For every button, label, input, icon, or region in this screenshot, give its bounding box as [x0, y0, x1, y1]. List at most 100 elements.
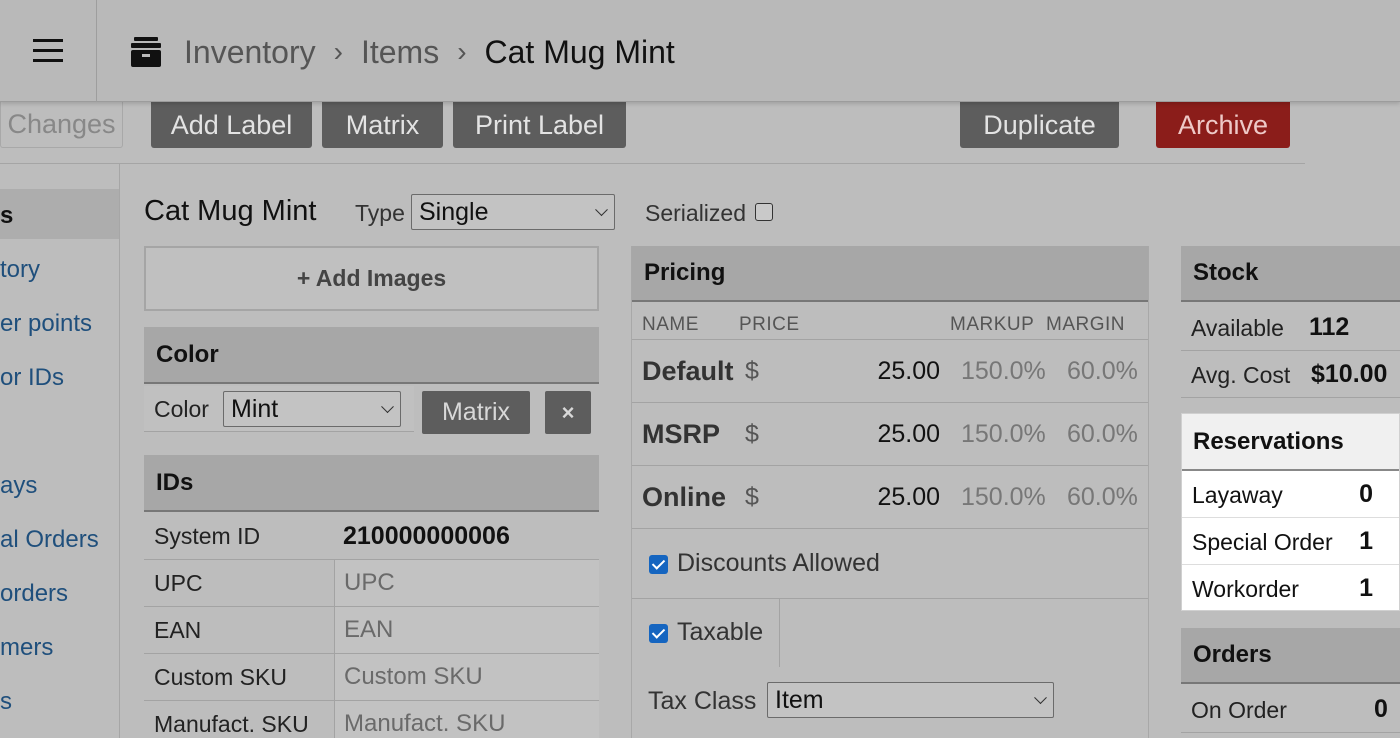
- price-row-default: Default $ 25.00 150.0% 60.0%: [632, 339, 1148, 402]
- layaway-label: Layaway: [1192, 482, 1283, 508]
- reservation-row-layaway[interactable]: Layaway 0: [1182, 471, 1399, 518]
- orders-panel-header: Orders: [1181, 628, 1400, 684]
- sidebar-item-layaways[interactable]: ays: [0, 472, 37, 500]
- on-order-label: On Order: [1191, 697, 1287, 723]
- stock-avg-cost-row: Avg. Cost $10.00: [1181, 351, 1400, 398]
- ids-row-manufact-sku: Manufact. SKU Manufact. SKU: [144, 701, 599, 738]
- margin-value: 60.0%: [1067, 420, 1138, 448]
- manufact-sku-input[interactable]: Manufact. SKU: [334, 701, 599, 738]
- color-matrix-button[interactable]: Matrix: [422, 391, 530, 434]
- pricing-panel-header: Pricing: [632, 246, 1148, 302]
- workorder-value: 1: [1359, 574, 1373, 602]
- breadcrumb-items[interactable]: Items: [361, 34, 439, 71]
- serialized-checkbox[interactable]: [755, 203, 773, 221]
- ean-input[interactable]: EAN: [334, 607, 599, 653]
- layaway-value: 0: [1359, 480, 1373, 508]
- reservation-row-workorder[interactable]: Workorder 1: [1182, 565, 1399, 612]
- sidebar-item-details[interactable]: s: [0, 202, 13, 230]
- manufact-sku-label: Manufact. SKU: [154, 711, 309, 737]
- print-label-button[interactable]: Print Label: [453, 102, 626, 148]
- on-order-row: On Order 0: [1181, 686, 1400, 733]
- item-title: Cat Mug Mint: [144, 195, 317, 227]
- col-header-name: NAME: [642, 314, 699, 335]
- markup-value: 150.0%: [961, 357, 1046, 385]
- top-bar: Inventory › Items › Cat Mug Mint: [0, 0, 1400, 102]
- matrix-button[interactable]: Matrix: [322, 102, 443, 148]
- type-select[interactable]: Single: [411, 194, 615, 230]
- sidebar-item-special-orders[interactable]: al Orders: [0, 526, 99, 554]
- price-value-input[interactable]: 25.00: [877, 483, 940, 512]
- available-value: 112: [1309, 313, 1350, 341]
- menu-icon-line: [33, 49, 63, 52]
- system-id-value: 210000000006: [334, 513, 599, 559]
- color-select[interactable]: Mint: [223, 391, 401, 427]
- price-value-input[interactable]: 25.00: [877, 420, 940, 449]
- price-name: Online: [642, 482, 727, 512]
- menu-button[interactable]: [0, 0, 97, 102]
- on-order-value: 0: [1374, 695, 1388, 723]
- sidebar-item-sales[interactable]: s: [0, 688, 12, 716]
- chevron-down-icon: [1034, 691, 1047, 705]
- save-changes-button[interactable]: Changes: [0, 102, 123, 148]
- sidebar-item-reorder-points[interactable]: er points: [0, 310, 92, 338]
- discounts-row: Discounts Allowed: [632, 528, 1148, 598]
- sidebar-item-workorders[interactable]: orders: [0, 580, 68, 608]
- sidebar-active-highlight: [0, 189, 119, 239]
- sidebar-item-inventory[interactable]: tory: [0, 256, 40, 284]
- taxable-label: Taxable: [677, 618, 764, 646]
- sidebar-item-customers[interactable]: mers: [0, 634, 53, 662]
- markup-value: 150.0%: [961, 483, 1046, 511]
- tax-class-value: Item: [775, 685, 824, 714]
- breadcrumb-inventory[interactable]: Inventory: [184, 34, 316, 71]
- tax-class-select[interactable]: Item: [767, 682, 1054, 718]
- custom-sku-input[interactable]: Custom SKU: [334, 654, 599, 700]
- sidebar-item-vendor-ids[interactable]: or IDs: [0, 364, 64, 392]
- available-label: Available: [1191, 315, 1284, 341]
- special-order-value: 1: [1359, 527, 1373, 555]
- chevron-down-icon: [381, 400, 394, 414]
- menu-icon-line: [33, 39, 63, 42]
- price-name: Default: [642, 356, 734, 386]
- type-label: Type: [355, 200, 405, 226]
- add-images-button[interactable]: + Add Images: [144, 246, 599, 311]
- breadcrumb: Inventory › Items › Cat Mug Mint: [130, 30, 675, 74]
- markup-value: 150.0%: [961, 420, 1046, 448]
- ids-row-custom-sku: Custom SKU Custom SKU: [144, 654, 599, 701]
- menu-icon-line: [33, 59, 63, 62]
- duplicate-button[interactable]: Duplicate: [960, 102, 1119, 148]
- custom-sku-label: Custom SKU: [154, 664, 287, 690]
- upc-label: UPC: [154, 570, 203, 596]
- remove-color-button[interactable]: ×: [545, 391, 591, 434]
- ean-label: EAN: [154, 617, 202, 643]
- ids-row-upc: UPC UPC: [144, 560, 599, 607]
- reservation-row-special-order[interactable]: Special Order 1: [1182, 518, 1399, 565]
- inventory-box-icon: [130, 37, 162, 67]
- sidebar: s tory er points or IDs ays al Orders or…: [0, 164, 120, 738]
- archive-button[interactable]: Archive: [1156, 102, 1290, 148]
- add-label-button[interactable]: Add Label: [151, 102, 312, 148]
- col-header-price: PRICE: [739, 314, 800, 335]
- reservations-panel-header: Reservations: [1182, 414, 1399, 471]
- chevron-right-icon: ›: [333, 36, 343, 67]
- ids-panel-header: IDs: [144, 455, 599, 512]
- discounts-checkbox[interactable]: [649, 555, 668, 574]
- avg-cost-value: $10.00: [1311, 360, 1388, 388]
- price-name: MSRP: [642, 419, 721, 449]
- currency-symbol: $: [745, 357, 759, 385]
- color-panel-header: Color: [144, 327, 599, 384]
- price-row-online: Online $ 25.00 150.0% 60.0%: [632, 465, 1148, 528]
- ids-row-ean: EAN EAN: [144, 607, 599, 654]
- upc-input[interactable]: UPC: [334, 560, 599, 606]
- price-value-input[interactable]: 25.00: [877, 357, 940, 386]
- chevron-right-icon: ›: [457, 36, 467, 67]
- action-bar: Changes Add Label Matrix Print Label Dup…: [0, 102, 1305, 164]
- taxable-checkbox[interactable]: [649, 624, 668, 643]
- chevron-down-icon: [595, 203, 608, 217]
- taxable-divider: [779, 599, 780, 667]
- col-header-markup: MARKUP: [950, 314, 1035, 335]
- color-select-value: Mint: [231, 394, 279, 423]
- workorder-label: Workorder: [1192, 576, 1299, 602]
- col-header-margin: MARGIN: [1046, 314, 1125, 335]
- reservations-panel: Reservations Layaway 0 Special Order 1 W…: [1181, 413, 1400, 611]
- tax-class-label: Tax Class: [648, 687, 757, 715]
